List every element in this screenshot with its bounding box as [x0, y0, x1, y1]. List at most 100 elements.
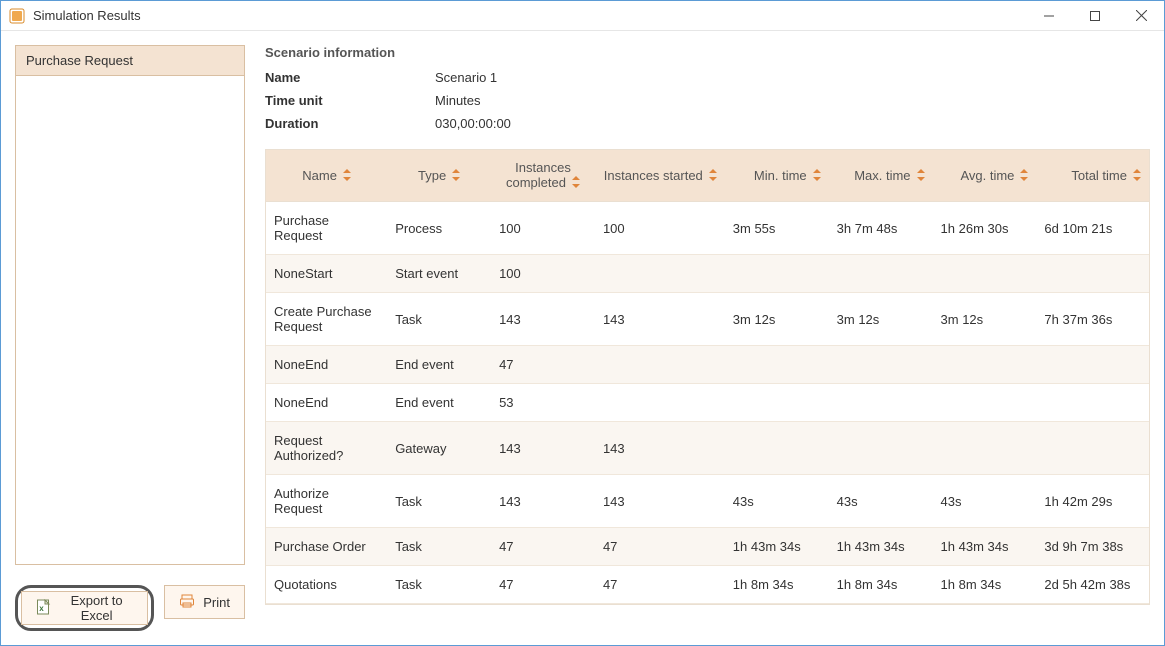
- cell-min: 3m 12s: [725, 293, 829, 346]
- cell-avg: 3m 12s: [933, 293, 1037, 346]
- col-header-instances-started[interactable]: Instances started: [595, 150, 725, 202]
- scenario-list: Purchase Request: [15, 45, 245, 565]
- cell-max: 1h 8m 34s: [829, 566, 933, 604]
- col-header-type[interactable]: Type: [387, 150, 491, 202]
- export-button-label: Export to Excel: [60, 593, 133, 623]
- info-label-name: Name: [265, 70, 435, 85]
- left-pane: Purchase Request x Export to Excel Print: [15, 45, 245, 631]
- cell-max: 3m 12s: [829, 293, 933, 346]
- cell-started: 47: [595, 528, 725, 566]
- table-row[interactable]: Create Purchase RequestTask1431433m 12s3…: [266, 293, 1149, 346]
- cell-max: [829, 384, 933, 422]
- export-to-excel-button[interactable]: x Export to Excel: [21, 591, 148, 625]
- cell-name: Quotations: [266, 566, 387, 604]
- col-header-name-label: Name: [302, 168, 337, 183]
- window-minimize-button[interactable]: [1026, 1, 1072, 31]
- info-row-duration: Duration 030,00:00:00: [265, 112, 1150, 135]
- info-value-duration: 030,00:00:00: [435, 116, 511, 131]
- table-row[interactable]: Request Authorized?Gateway143143: [266, 422, 1149, 475]
- cell-min: [725, 384, 829, 422]
- cell-started: 47: [595, 566, 725, 604]
- info-label-duration: Duration: [265, 116, 435, 131]
- table-row[interactable]: NoneStartStart event100: [266, 255, 1149, 293]
- info-value-time-unit: Minutes: [435, 93, 481, 108]
- sort-icon: [572, 176, 580, 191]
- cell-name: Authorize Request: [266, 475, 387, 528]
- cell-max: 43s: [829, 475, 933, 528]
- col-header-min-time[interactable]: Min. time: [725, 150, 829, 202]
- table-row[interactable]: QuotationsTask47471h 8m 34s1h 8m 34s1h 8…: [266, 566, 1149, 604]
- cell-avg: 1h 26m 30s: [933, 202, 1037, 255]
- cell-type: Task: [387, 566, 491, 604]
- printer-icon: [179, 593, 195, 612]
- cell-type: Start event: [387, 255, 491, 293]
- cell-total: 7h 37m 36s: [1036, 293, 1149, 346]
- table-row[interactable]: Purchase RequestProcess1001003m 55s3h 7m…: [266, 202, 1149, 255]
- scenario-list-item-label: Purchase Request: [26, 53, 133, 68]
- cell-total: 2d 5h 42m 38s: [1036, 566, 1149, 604]
- table-row[interactable]: Authorize RequestTask14314343s43s43s1h 4…: [266, 475, 1149, 528]
- table-row[interactable]: Purchase OrderTask47471h 43m 34s1h 43m 3…: [266, 528, 1149, 566]
- cell-name: NoneStart: [266, 255, 387, 293]
- col-header-started-label: Instances started: [604, 168, 703, 183]
- sort-icon: [452, 169, 460, 184]
- cell-started: 143: [595, 293, 725, 346]
- cell-started: 143: [595, 422, 725, 475]
- window-close-button[interactable]: [1118, 1, 1164, 31]
- cell-name: NoneEnd: [266, 346, 387, 384]
- col-header-max-time[interactable]: Max. time: [829, 150, 933, 202]
- cell-max: [829, 346, 933, 384]
- cell-started: [595, 346, 725, 384]
- cell-total: [1036, 422, 1149, 475]
- cell-name: Request Authorized?: [266, 422, 387, 475]
- col-header-total-time[interactable]: Total time: [1036, 150, 1149, 202]
- cell-avg: [933, 384, 1037, 422]
- col-header-avg-label: Avg. time: [960, 168, 1014, 183]
- cell-max: 1h 43m 34s: [829, 528, 933, 566]
- cell-completed: 47: [491, 346, 595, 384]
- col-header-name[interactable]: Name: [266, 150, 387, 202]
- cell-type: Task: [387, 475, 491, 528]
- cell-started: [595, 384, 725, 422]
- col-header-avg-time[interactable]: Avg. time: [933, 150, 1037, 202]
- cell-avg: [933, 346, 1037, 384]
- results-table: Name Type Instances completed Instances …: [266, 150, 1149, 604]
- sort-icon: [709, 169, 717, 184]
- cell-avg: [933, 255, 1037, 293]
- col-header-instances-completed[interactable]: Instances completed: [491, 150, 595, 202]
- cell-total: [1036, 384, 1149, 422]
- scenario-info-title: Scenario information: [265, 45, 1150, 60]
- cell-min: [725, 422, 829, 475]
- table-row[interactable]: NoneEndEnd event53: [266, 384, 1149, 422]
- col-header-total-label: Total time: [1071, 168, 1127, 183]
- col-header-min-label: Min. time: [754, 168, 807, 183]
- right-pane: Scenario information Name Scenario 1 Tim…: [265, 45, 1150, 631]
- info-value-name: Scenario 1: [435, 70, 497, 85]
- sort-icon: [1133, 169, 1141, 184]
- print-button-label: Print: [203, 595, 230, 610]
- window-title: Simulation Results: [33, 8, 141, 23]
- print-button[interactable]: Print: [164, 585, 245, 619]
- cell-total: 1h 42m 29s: [1036, 475, 1149, 528]
- cell-min: [725, 255, 829, 293]
- cell-type: End event: [387, 346, 491, 384]
- cell-completed: 143: [491, 293, 595, 346]
- cell-min: [725, 346, 829, 384]
- cell-name: Purchase Request: [266, 202, 387, 255]
- cell-type: Task: [387, 293, 491, 346]
- cell-min: 1h 8m 34s: [725, 566, 829, 604]
- cell-min: 3m 55s: [725, 202, 829, 255]
- info-row-time-unit: Time unit Minutes: [265, 89, 1150, 112]
- cell-completed: 100: [491, 202, 595, 255]
- scenario-list-item[interactable]: Purchase Request: [16, 46, 244, 76]
- cell-avg: 1h 8m 34s: [933, 566, 1037, 604]
- window-title-bar: Simulation Results: [1, 1, 1164, 31]
- cell-type: Process: [387, 202, 491, 255]
- cell-type: Gateway: [387, 422, 491, 475]
- window-maximize-button[interactable]: [1072, 1, 1118, 31]
- cell-completed: 100: [491, 255, 595, 293]
- col-header-type-label: Type: [418, 168, 446, 183]
- cell-completed: 47: [491, 566, 595, 604]
- sort-icon: [343, 169, 351, 184]
- table-row[interactable]: NoneEndEnd event47: [266, 346, 1149, 384]
